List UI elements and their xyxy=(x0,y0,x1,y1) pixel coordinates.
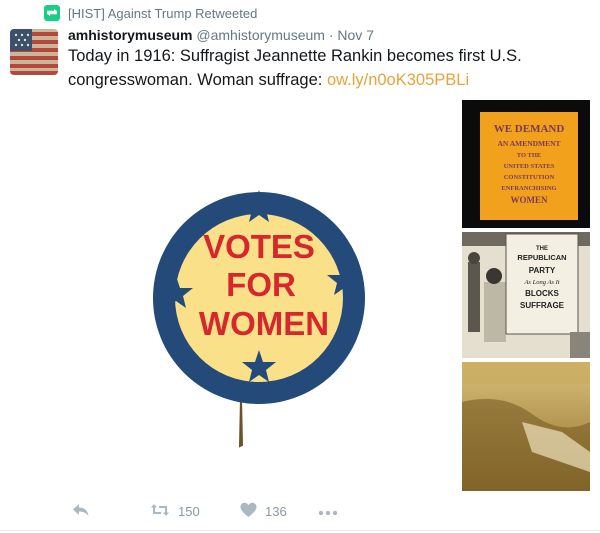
like-button[interactable]: 136 xyxy=(240,498,287,524)
tweet-timestamp[interactable]: Nov 7 xyxy=(337,27,374,43)
sign-line-4: As Long As It xyxy=(523,279,559,286)
banner-line-7: WOMEN xyxy=(511,195,548,205)
tweet-divider xyxy=(0,530,600,531)
retweet-action-icon xyxy=(150,502,170,521)
sign-line-1: THE xyxy=(536,246,548,252)
photo-republican-party-sign[interactable]: THE REPUBLICAN PARTY As Long As It BLOCK… xyxy=(462,232,590,358)
tweet-text: Today in 1916: Suffragist Jeannette Rank… xyxy=(68,44,588,92)
button-line-for: FOR xyxy=(226,266,296,303)
tweet-actions: 150 136 xyxy=(68,498,588,524)
header-separator: · xyxy=(328,27,334,43)
banner-line-2: AN AMENDMENT xyxy=(497,139,560,148)
retweeted-by-label[interactable]: [HIST] Against Trump Retweeted xyxy=(68,6,257,21)
banner-line-5: CONSTITUTION xyxy=(504,174,555,181)
retweet-icon xyxy=(44,5,60,21)
more-button[interactable] xyxy=(318,498,338,524)
reply-icon xyxy=(72,502,90,521)
author-name[interactable]: amhistorymuseum xyxy=(68,27,192,43)
sign-line-3: PARTY xyxy=(529,266,556,275)
photo-votes-for-women-button[interactable]: VOTES FOR WOMEN xyxy=(70,100,456,491)
sign-line-6: SUFFRAGE xyxy=(520,301,565,310)
retweet-button[interactable]: 150 xyxy=(150,498,200,524)
tweet-header: amhistorymuseum @amhistorymuseum · Nov 7 xyxy=(68,27,374,43)
banner-line-3: TO THE xyxy=(517,152,542,159)
retweet-context[interactable]: [HIST] Against Trump Retweeted xyxy=(44,4,257,22)
banner-line-1: WE DEMAND xyxy=(494,123,565,135)
avatar[interactable] xyxy=(10,29,58,75)
like-count: 136 xyxy=(265,503,287,519)
reply-button[interactable] xyxy=(72,498,90,524)
photo-suffrage-parade-crowd[interactable] xyxy=(462,362,590,491)
tweet-link[interactable]: ow.ly/n0oK305PBLi xyxy=(327,71,469,89)
button-line-votes: VOTES xyxy=(203,228,315,265)
banner-line-4: UNITED STATES xyxy=(504,163,555,170)
sign-line-5: BLOCKS xyxy=(525,289,559,298)
retweet-count: 150 xyxy=(178,503,200,519)
sign-line-2: REPUBLICAN xyxy=(517,253,566,262)
photo-we-demand-banner[interactable]: WE DEMAND AN AMENDMENT TO THE UNITED STA… xyxy=(462,100,590,228)
heart-icon xyxy=(240,502,257,521)
author-handle[interactable]: @amhistorymuseum xyxy=(196,27,325,43)
button-line-women: WOMEN xyxy=(199,305,329,342)
banner-line-6: ENFRANCHISING xyxy=(501,185,556,192)
more-icon xyxy=(318,504,338,519)
